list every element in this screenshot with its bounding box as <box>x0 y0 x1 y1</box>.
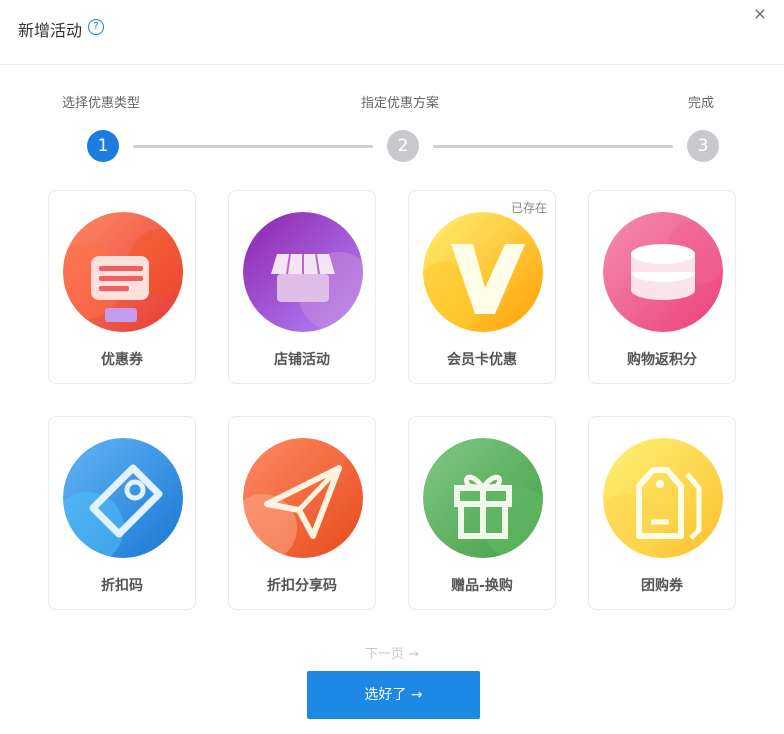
card-label: 店铺活动 <box>274 352 330 368</box>
vip-card-icon <box>423 212 543 332</box>
step-2-circle: 2 <box>387 130 419 162</box>
card-label: 折扣码 <box>101 578 143 594</box>
card-label: 会员卡优惠 <box>447 352 517 368</box>
card-label: 团购券 <box>641 578 683 594</box>
step-3-circle: 3 <box>687 130 719 162</box>
step-3-label: 完成 <box>688 96 715 111</box>
card-label: 折扣分享码 <box>267 578 337 594</box>
card-coupon[interactable]: 优惠券 <box>48 190 196 384</box>
dialog-header: 新增活动 ? × <box>0 0 784 65</box>
card-store-activity[interactable]: 店铺活动 <box>228 190 376 384</box>
gift-icon <box>423 438 543 558</box>
confirm-button[interactable]: 选好了 → <box>307 671 480 719</box>
step-1-label: 选择优惠类型 <box>62 96 141 111</box>
discount-tag-icon <box>63 438 183 558</box>
step-connector-1 <box>133 145 373 148</box>
question-circle-icon[interactable]: ? <box>88 19 104 35</box>
step-connector-2 <box>433 145 673 148</box>
card-discount-code[interactable]: 折扣码 <box>48 416 196 610</box>
card-label: 赠品-换购 <box>451 578 513 594</box>
next-page-link[interactable]: 下一页 → <box>0 643 784 662</box>
share-plane-icon <box>243 438 363 558</box>
dialog-title: 新增活动 <box>18 21 83 40</box>
card-label: 优惠券 <box>101 352 143 368</box>
card-points-return[interactable]: 购物返积分 <box>588 190 736 384</box>
exists-badge: 已存在 <box>510 201 547 215</box>
card-gift-exchange[interactable]: 赠品-换购 <box>408 416 556 610</box>
card-group-coupon[interactable]: 团购券 <box>588 416 736 610</box>
group-tag-icon <box>603 438 723 558</box>
coupon-icon <box>63 212 183 332</box>
card-vip-discount[interactable]: 已存在 会员卡优惠 <box>408 190 556 384</box>
card-label: 购物返积分 <box>627 352 697 368</box>
store-icon <box>243 212 363 332</box>
step-2-label: 指定优惠方案 <box>361 96 440 111</box>
card-discount-share-code[interactable]: 折扣分享码 <box>228 416 376 610</box>
points-coins-icon <box>603 212 723 332</box>
step-1-circle: 1 <box>87 130 119 162</box>
close-icon[interactable]: × <box>750 4 770 24</box>
